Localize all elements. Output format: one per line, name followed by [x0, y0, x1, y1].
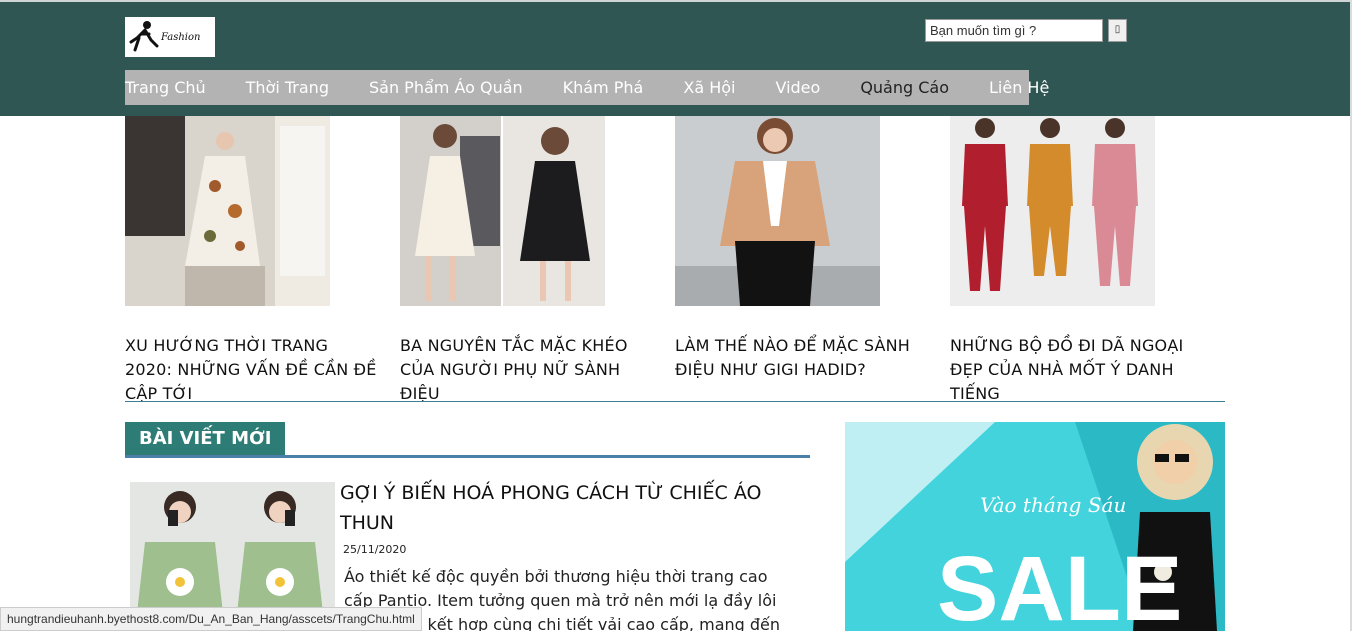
- featured-article[interactable]: XU HƯỚNG THỜI TRANG 2020: NHỮNG VẤN ĐỀ C…: [125, 116, 380, 406]
- logo-text: Fashion: [161, 32, 201, 43]
- site-logo[interactable]: Fashion: [125, 17, 215, 57]
- latest-posts-header: BÀI VIẾT MỚI: [125, 422, 810, 458]
- featured-title[interactable]: NHỮNG BỘ ĐỒ ĐI DÃ NGOẠI ĐẸP CỦA NHÀ MỐT …: [950, 334, 1205, 406]
- search-input[interactable]: [925, 19, 1103, 42]
- nav-item-quang-cao[interactable]: Quảng Cáo: [860, 78, 949, 97]
- ad-headline: SALE: [937, 538, 1182, 631]
- featured-title[interactable]: LÀM THẾ NÀO ĐỂ MẶC SÀNH ĐIỆU NHƯ GIGI HA…: [675, 334, 930, 382]
- post-title[interactable]: GỢI Ý BIẾN HOÁ PHONG CÁCH TỪ CHIẾC ÁO TH…: [340, 478, 810, 538]
- featured-image[interactable]: [400, 116, 605, 306]
- search-button[interactable]: ▯: [1108, 19, 1127, 42]
- nav-item-lien-he[interactable]: Liên Hệ: [989, 78, 1049, 97]
- featured-image[interactable]: [125, 116, 330, 306]
- search-icon: ▯: [1114, 24, 1121, 35]
- ad-script-text: Vào tháng Sáu: [980, 493, 1126, 517]
- featured-image[interactable]: [950, 116, 1155, 306]
- section-title: BÀI VIẾT MỚI: [125, 422, 286, 455]
- featured-title[interactable]: XU HƯỚNG THỜI TRANG 2020: NHỮNG VẤN ĐỀ C…: [125, 334, 380, 406]
- post-date: 25/11/2020: [343, 543, 407, 556]
- runner-logo-icon: [129, 20, 159, 57]
- status-bar-url: hungtrandieuhanh.byethost8.com/Du_An_Ban…: [0, 607, 422, 631]
- nav-item-san-pham[interactable]: Sản Phẩm Áo Quần: [369, 78, 523, 97]
- nav-item-xa-hoi[interactable]: Xã Hội: [683, 78, 735, 97]
- nav-item-trang-chu[interactable]: Trang Chủ: [125, 78, 206, 97]
- featured-article[interactable]: NHỮNG BỘ ĐỒ ĐI DÃ NGOẠI ĐẸP CỦA NHÀ MỐT …: [950, 116, 1205, 406]
- sale-ad-banner[interactable]: Vào tháng Sáu SALE: [845, 422, 1225, 631]
- nav-item-kham-pha[interactable]: Khám Phá: [563, 78, 644, 97]
- featured-image[interactable]: [675, 116, 880, 306]
- featured-title[interactable]: BA NGUYÊN TẮC MẶC KHÉO CỦA NGƯỜI PHỤ NỮ …: [400, 334, 655, 406]
- nav-item-video[interactable]: Video: [775, 78, 820, 97]
- main-nav: Trang Chủ Thời Trang Sản Phẩm Áo Quần Kh…: [125, 70, 1049, 105]
- nav-item-thoi-trang[interactable]: Thời Trang: [246, 78, 329, 97]
- featured-article[interactable]: BA NGUYÊN TẮC MẶC KHÉO CỦA NGƯỜI PHỤ NỮ …: [400, 116, 655, 406]
- section-divider: [125, 401, 1225, 402]
- featured-article[interactable]: LÀM THẾ NÀO ĐỂ MẶC SÀNH ĐIỆU NHƯ GIGI HA…: [675, 116, 930, 382]
